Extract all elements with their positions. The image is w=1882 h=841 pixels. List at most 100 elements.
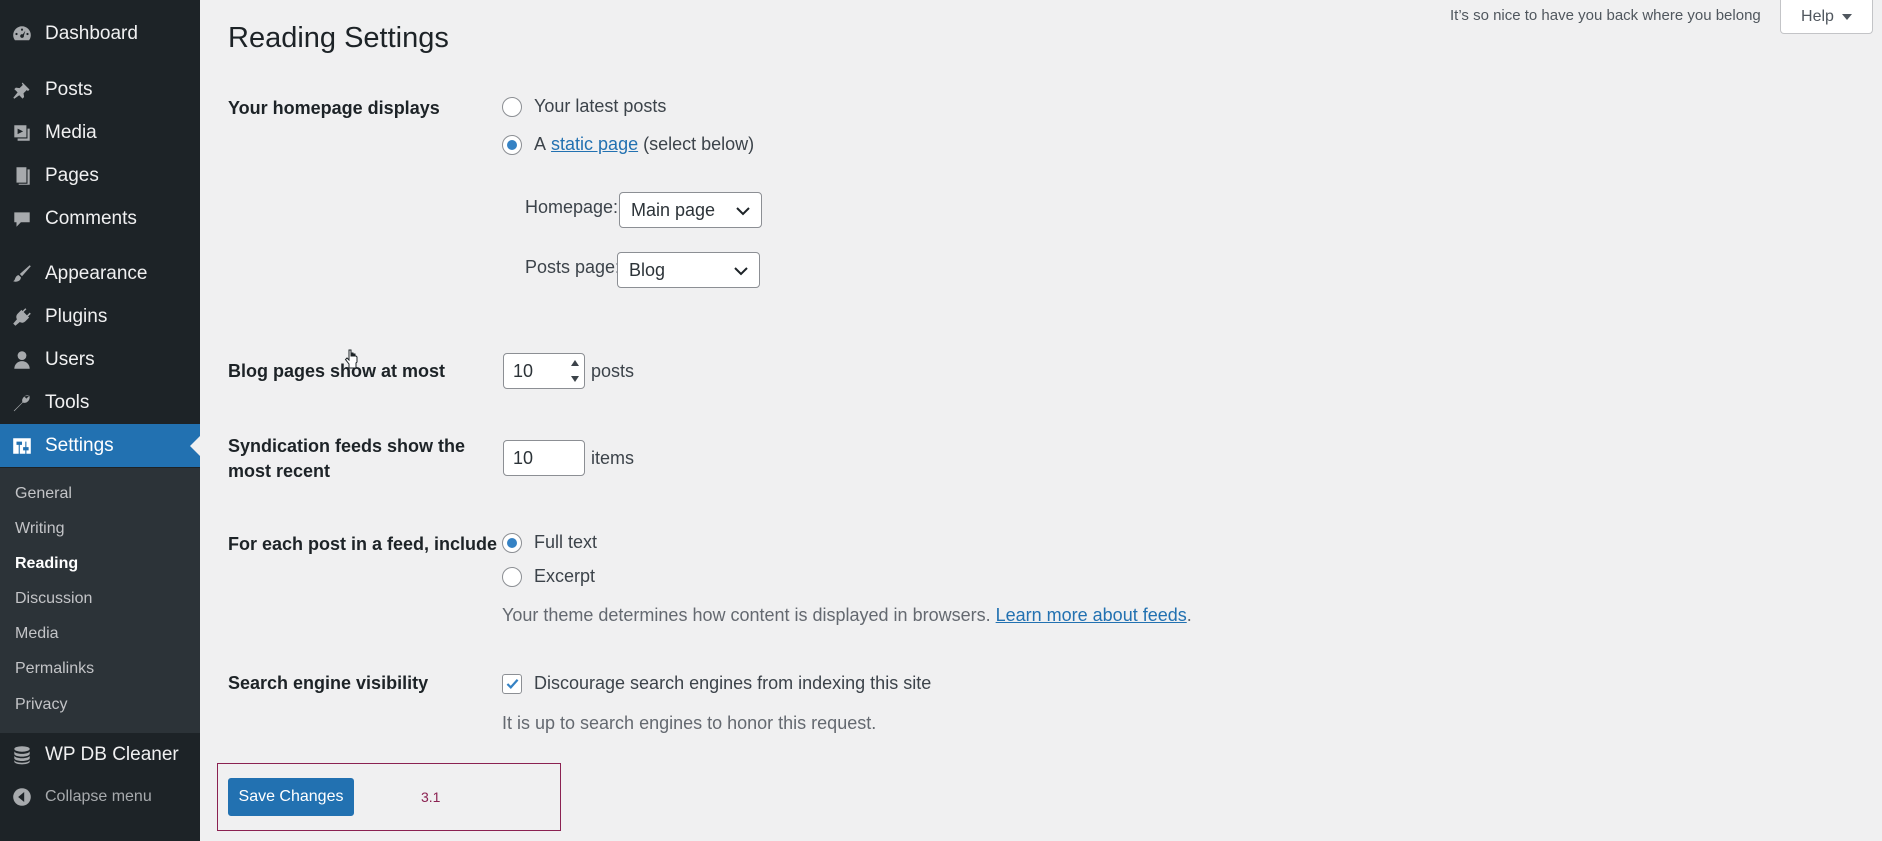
- syndication-label-line1: Syndication feeds show the: [228, 436, 466, 456]
- wrench-icon: [10, 391, 34, 415]
- sidebar-item-media[interactable]: Media: [0, 113, 200, 153]
- blog-pages-value: 10: [513, 360, 534, 381]
- help-label: Help: [1801, 7, 1834, 25]
- collapse-menu-button[interactable]: Collapse menu: [0, 777, 200, 817]
- discourage-search-checkbox[interactable]: [502, 673, 522, 694]
- chevron-down-icon: [736, 207, 750, 216]
- welcome-message: It’s so nice to have you back where you …: [1450, 7, 1761, 24]
- spin-up-icon[interactable]: [571, 360, 579, 366]
- static-page-radio[interactable]: [502, 134, 522, 155]
- page-title: Reading Settings: [228, 22, 449, 54]
- sidebar-item-dashboard[interactable]: Dashboard: [0, 14, 200, 54]
- brush-icon: [10, 262, 34, 286]
- sidebar-item-plugins[interactable]: Plugins: [0, 297, 200, 337]
- option-discourage-search[interactable]: Discourage search engines from indexing …: [502, 673, 931, 694]
- help-tab-button[interactable]: Help: [1780, 0, 1873, 34]
- pages-icon: [10, 164, 34, 188]
- sidebar-item-users[interactable]: Users: [0, 340, 200, 380]
- user-icon: [10, 348, 34, 372]
- settings-submenu: General Writing Reading Discussion Media…: [0, 468, 200, 733]
- current-menu-arrow: [190, 435, 200, 456]
- sidebar-item-wp-db-cleaner[interactable]: WP DB Cleaner: [0, 735, 200, 775]
- excerpt-label: Excerpt: [534, 566, 596, 586]
- feed-description-text: Your theme determines how content is dis…: [502, 605, 991, 625]
- spin-down-icon[interactable]: [571, 376, 579, 382]
- annotation-label: 3.1: [421, 789, 441, 805]
- feed-include-label: For each post in a feed, include: [228, 534, 498, 554]
- submenu-item-general[interactable]: General: [15, 485, 72, 503]
- option-full-text[interactable]: Full text: [502, 532, 597, 553]
- posts-page-select[interactable]: Blog: [617, 252, 760, 288]
- checkmark-icon: [506, 678, 519, 689]
- search-visibility-label: Search engine visibility: [228, 673, 429, 693]
- discourage-search-label: Discourage search engines from indexing …: [534, 673, 932, 693]
- sidebar-item-label: WP DB Cleaner: [45, 744, 179, 765]
- homepage-select-label: Homepage:: [525, 197, 619, 217]
- sidebar-item-appearance[interactable]: Appearance: [0, 254, 200, 294]
- full-text-radio[interactable]: [502, 532, 522, 553]
- sidebar-item-settings[interactable]: Settings: [0, 424, 200, 467]
- sidebar-item-posts[interactable]: Posts: [0, 70, 200, 110]
- sidebar-item-label: Pages: [45, 165, 99, 186]
- full-text-label: Full text: [534, 532, 598, 552]
- option-excerpt[interactable]: Excerpt: [502, 566, 595, 587]
- sidebar-item-label: Plugins: [45, 306, 108, 327]
- sidebar-item-label: Dashboard: [45, 23, 138, 44]
- latest-posts-label: Your latest posts: [534, 96, 667, 116]
- sidebar-item-label: Posts: [45, 79, 93, 100]
- search-visibility-description: It is up to search engines to honor this…: [502, 713, 877, 733]
- sidebar-item-comments[interactable]: Comments: [0, 199, 200, 239]
- submenu-item-writing[interactable]: Writing: [15, 520, 65, 538]
- pin-icon: [10, 78, 34, 102]
- blog-pages-label: Blog pages show at most: [228, 361, 446, 381]
- learn-more-feeds-link[interactable]: Learn more about feeds: [996, 605, 1187, 625]
- homepage-select[interactable]: Main page: [619, 192, 762, 228]
- static-prefix: A: [534, 134, 547, 154]
- sidebar-item-label: Users: [45, 349, 95, 370]
- comment-icon: [10, 207, 34, 231]
- posts-page-select-label: Posts page:: [525, 257, 621, 277]
- submenu-item-privacy[interactable]: Privacy: [15, 696, 67, 714]
- syndication-label-line2: most recent: [228, 461, 331, 481]
- feed-description-suffix: .: [1186, 605, 1192, 625]
- latest-posts-radio[interactable]: [502, 96, 522, 117]
- syndication-unit: items: [591, 448, 635, 468]
- submenu-item-reading[interactable]: Reading: [15, 555, 78, 573]
- static-page-link[interactable]: static page: [551, 134, 638, 155]
- media-icon: [10, 121, 34, 145]
- sidebar-item-pages[interactable]: Pages: [0, 156, 200, 196]
- sidebar-item-label: Appearance: [45, 263, 148, 284]
- dashboard-icon: [10, 22, 34, 46]
- sidebar-item-label: Tools: [45, 392, 90, 413]
- sidebar-item-label: Media: [45, 122, 97, 143]
- homepage-displays-label: Your homepage displays: [228, 98, 440, 118]
- option-static-page[interactable]: A static page (select below): [502, 134, 754, 155]
- static-suffix: (select below): [643, 134, 755, 154]
- database-icon: [10, 743, 34, 767]
- blog-pages-input[interactable]: 10: [503, 353, 585, 389]
- plug-icon: [10, 305, 34, 329]
- blog-pages-unit: posts: [591, 361, 635, 381]
- homepage-select-value: Main page: [631, 199, 716, 220]
- save-changes-button[interactable]: Save Changes: [228, 778, 354, 816]
- excerpt-radio[interactable]: [502, 566, 522, 587]
- chevron-down-icon: [734, 267, 748, 276]
- collapse-icon: [10, 785, 34, 809]
- submenu-item-discussion[interactable]: Discussion: [15, 590, 92, 608]
- number-spinner[interactable]: [568, 357, 582, 385]
- submenu-item-permalinks[interactable]: Permalinks: [15, 660, 94, 678]
- caret-down-icon: [1841, 13, 1852, 20]
- settings-icon: [10, 434, 34, 458]
- syndication-value: 10: [513, 447, 534, 468]
- collapse-menu-label: Collapse menu: [45, 788, 152, 805]
- admin-sidebar: Dashboard Posts Media Pages Comments App…: [0, 0, 200, 841]
- submenu-item-media[interactable]: Media: [15, 625, 59, 643]
- sidebar-item-tools[interactable]: Tools: [0, 383, 200, 423]
- posts-page-select-value: Blog: [629, 259, 666, 280]
- option-latest-posts[interactable]: Your latest posts: [502, 96, 666, 117]
- sidebar-item-label: Comments: [45, 208, 137, 229]
- feed-description: Your theme determines how content is dis…: [502, 605, 1192, 626]
- syndication-input[interactable]: 10: [503, 440, 585, 476]
- mouse-pointer-icon: [344, 349, 358, 369]
- sidebar-item-label: Settings: [45, 434, 114, 456]
